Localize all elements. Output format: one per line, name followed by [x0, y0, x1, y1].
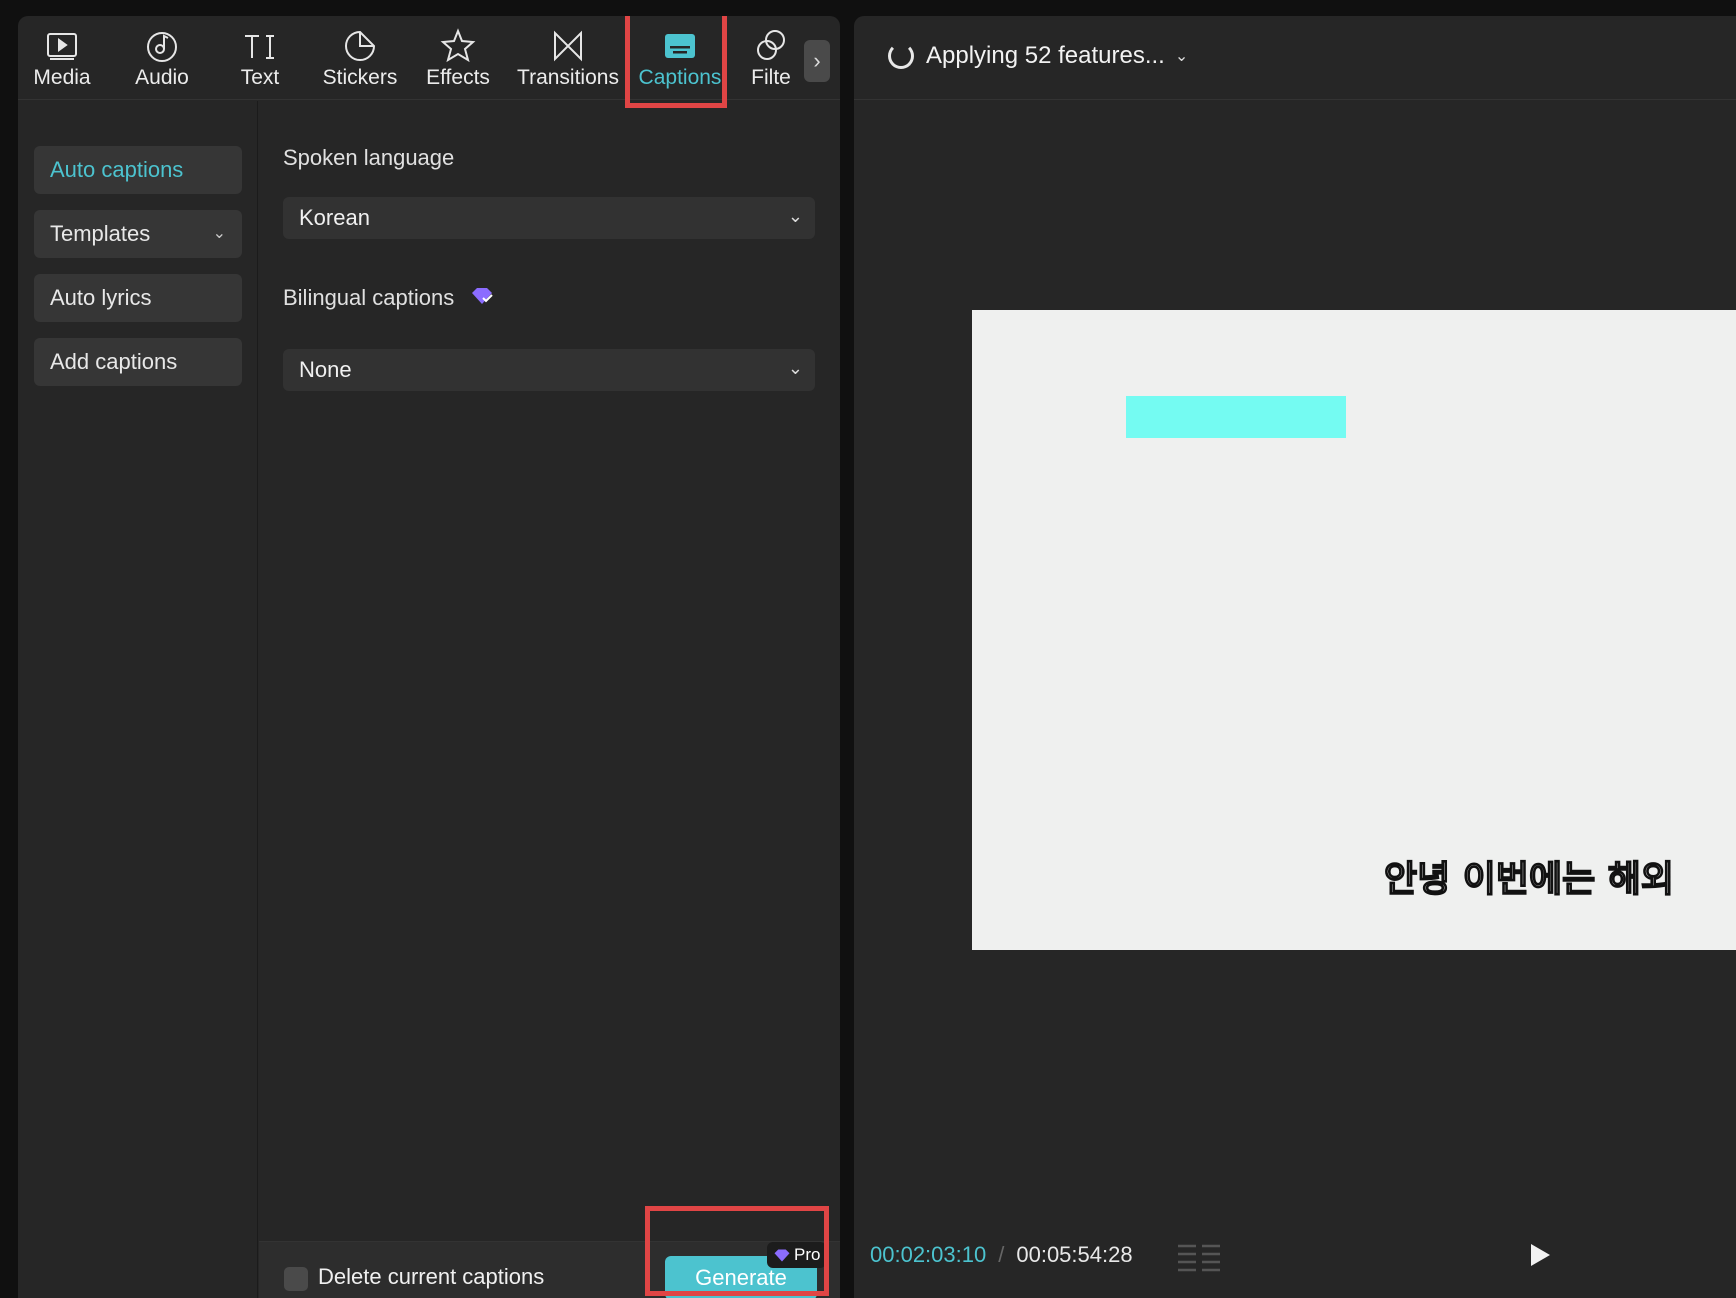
chevron-down-icon: ⌄	[787, 206, 803, 226]
pro-badge: Pro	[767, 1242, 827, 1268]
transitions-icon	[554, 30, 582, 62]
toolbar-scroll-right-button[interactable]: ›	[804, 40, 830, 82]
caption-side-nav: Auto captions Templates ⌄ Auto lyrics Ad…	[18, 101, 258, 1298]
media-icon	[47, 33, 77, 60]
effects-icon	[440, 28, 476, 63]
video-preview[interactable]: 안녕 이번에는 해외	[972, 310, 1736, 950]
bilingual-captions-value: None	[299, 357, 352, 382]
tab-media[interactable]: Media	[32, 28, 92, 94]
tab-effects-label: Effects	[426, 66, 490, 89]
tab-audio-label: Audio	[135, 66, 189, 89]
tab-effects[interactable]: Effects	[422, 28, 494, 94]
time-separator: /	[998, 1242, 1005, 1267]
tab-filters[interactable]: Filte	[748, 28, 794, 94]
auto-captions-form: Spoken language Korean ⌄ Bilingual capti…	[259, 101, 840, 1298]
left-panel: Media Audio Text Stickers Effects Transi…	[18, 16, 840, 1298]
audio-icon	[147, 32, 177, 62]
player-header: Applying 52 features... ⌄	[854, 16, 1736, 100]
chevron-down-icon: ⌄	[212, 225, 226, 242]
play-icon	[1531, 1244, 1550, 1266]
tab-captions[interactable]: Captions	[636, 28, 724, 94]
caption-action-bar: Delete current captions Generate Pro	[259, 1241, 840, 1298]
tab-filters-label: Filte	[751, 66, 791, 89]
tab-captions-label: Captions	[638, 66, 722, 89]
total-duration: 00:05:54:28	[1016, 1242, 1133, 1267]
stickers-icon	[345, 30, 376, 61]
tab-stickers-label: Stickers	[322, 66, 398, 89]
delete-current-captions-label: Delete current captions	[318, 1264, 545, 1289]
preview-cyan-block	[1126, 396, 1346, 438]
text-icon	[245, 35, 274, 59]
bilingual-captions-select[interactable]: None ⌄	[283, 349, 815, 391]
preview-caption-text: 안녕 이번에는 해외	[1383, 858, 1675, 901]
spoken-language-select[interactable]: Korean ⌄	[283, 197, 815, 239]
tab-media-label: Media	[33, 66, 91, 89]
filters-icon	[757, 30, 785, 60]
tab-text[interactable]: Text	[238, 28, 282, 94]
pro-gem-icon	[774, 1249, 790, 1261]
bilingual-captions-label-row: Bilingual captions	[283, 285, 494, 312]
delete-current-captions-checkbox[interactable]	[284, 1267, 308, 1291]
sidebar-item-label: Add captions	[50, 349, 178, 374]
tab-text-label: Text	[240, 66, 280, 89]
tab-transitions-label: Transitions	[517, 66, 619, 89]
processing-status-text: Applying 52 features...	[926, 42, 1165, 69]
pro-badge-label: Pro	[794, 1245, 821, 1264]
spoken-language-value: Korean	[299, 205, 370, 230]
sidebar-item-add-captions[interactable]: Add captions	[34, 338, 242, 386]
pro-gem-icon	[470, 286, 494, 312]
sidebar-item-auto-lyrics[interactable]: Auto lyrics	[34, 274, 242, 322]
sidebar-item-label: Auto captions	[50, 157, 184, 182]
timeline-grid-icon[interactable]	[1176, 1240, 1222, 1281]
current-time: 00:02:03:10	[870, 1242, 987, 1267]
tab-audio[interactable]: Audio	[132, 28, 192, 94]
spoken-language-label: Spoken language	[283, 145, 455, 170]
bilingual-captions-label: Bilingual captions	[283, 285, 455, 310]
loading-spinner-icon	[888, 43, 914, 69]
player-panel: Applying 52 features... ⌄ 안녕 이번에는 해외 00:…	[854, 16, 1736, 1298]
sidebar-item-label: Auto lyrics	[50, 285, 152, 310]
toolbar: Media Audio Text Stickers Effects Transi…	[18, 16, 840, 100]
processing-status[interactable]: Applying 52 features... ⌄	[888, 42, 1188, 70]
chevron-down-icon: ⌄	[1174, 48, 1189, 65]
tab-stickers[interactable]: Stickers	[320, 28, 400, 94]
tab-transitions[interactable]: Transitions	[516, 28, 620, 94]
play-button[interactable]	[1528, 1242, 1552, 1273]
generate-button-label: Generate	[695, 1265, 787, 1290]
captions-icon	[665, 34, 695, 58]
timecode: 00:02:03:10 / 00:05:54:28	[870, 1242, 1133, 1268]
sidebar-item-auto-captions[interactable]: Auto captions	[34, 146, 242, 194]
chevron-right-icon: ›	[813, 48, 821, 73]
chevron-down-icon: ⌄	[787, 358, 803, 378]
sidebar-item-label: Templates	[50, 221, 151, 246]
sidebar-item-templates[interactable]: Templates ⌄	[34, 210, 242, 258]
